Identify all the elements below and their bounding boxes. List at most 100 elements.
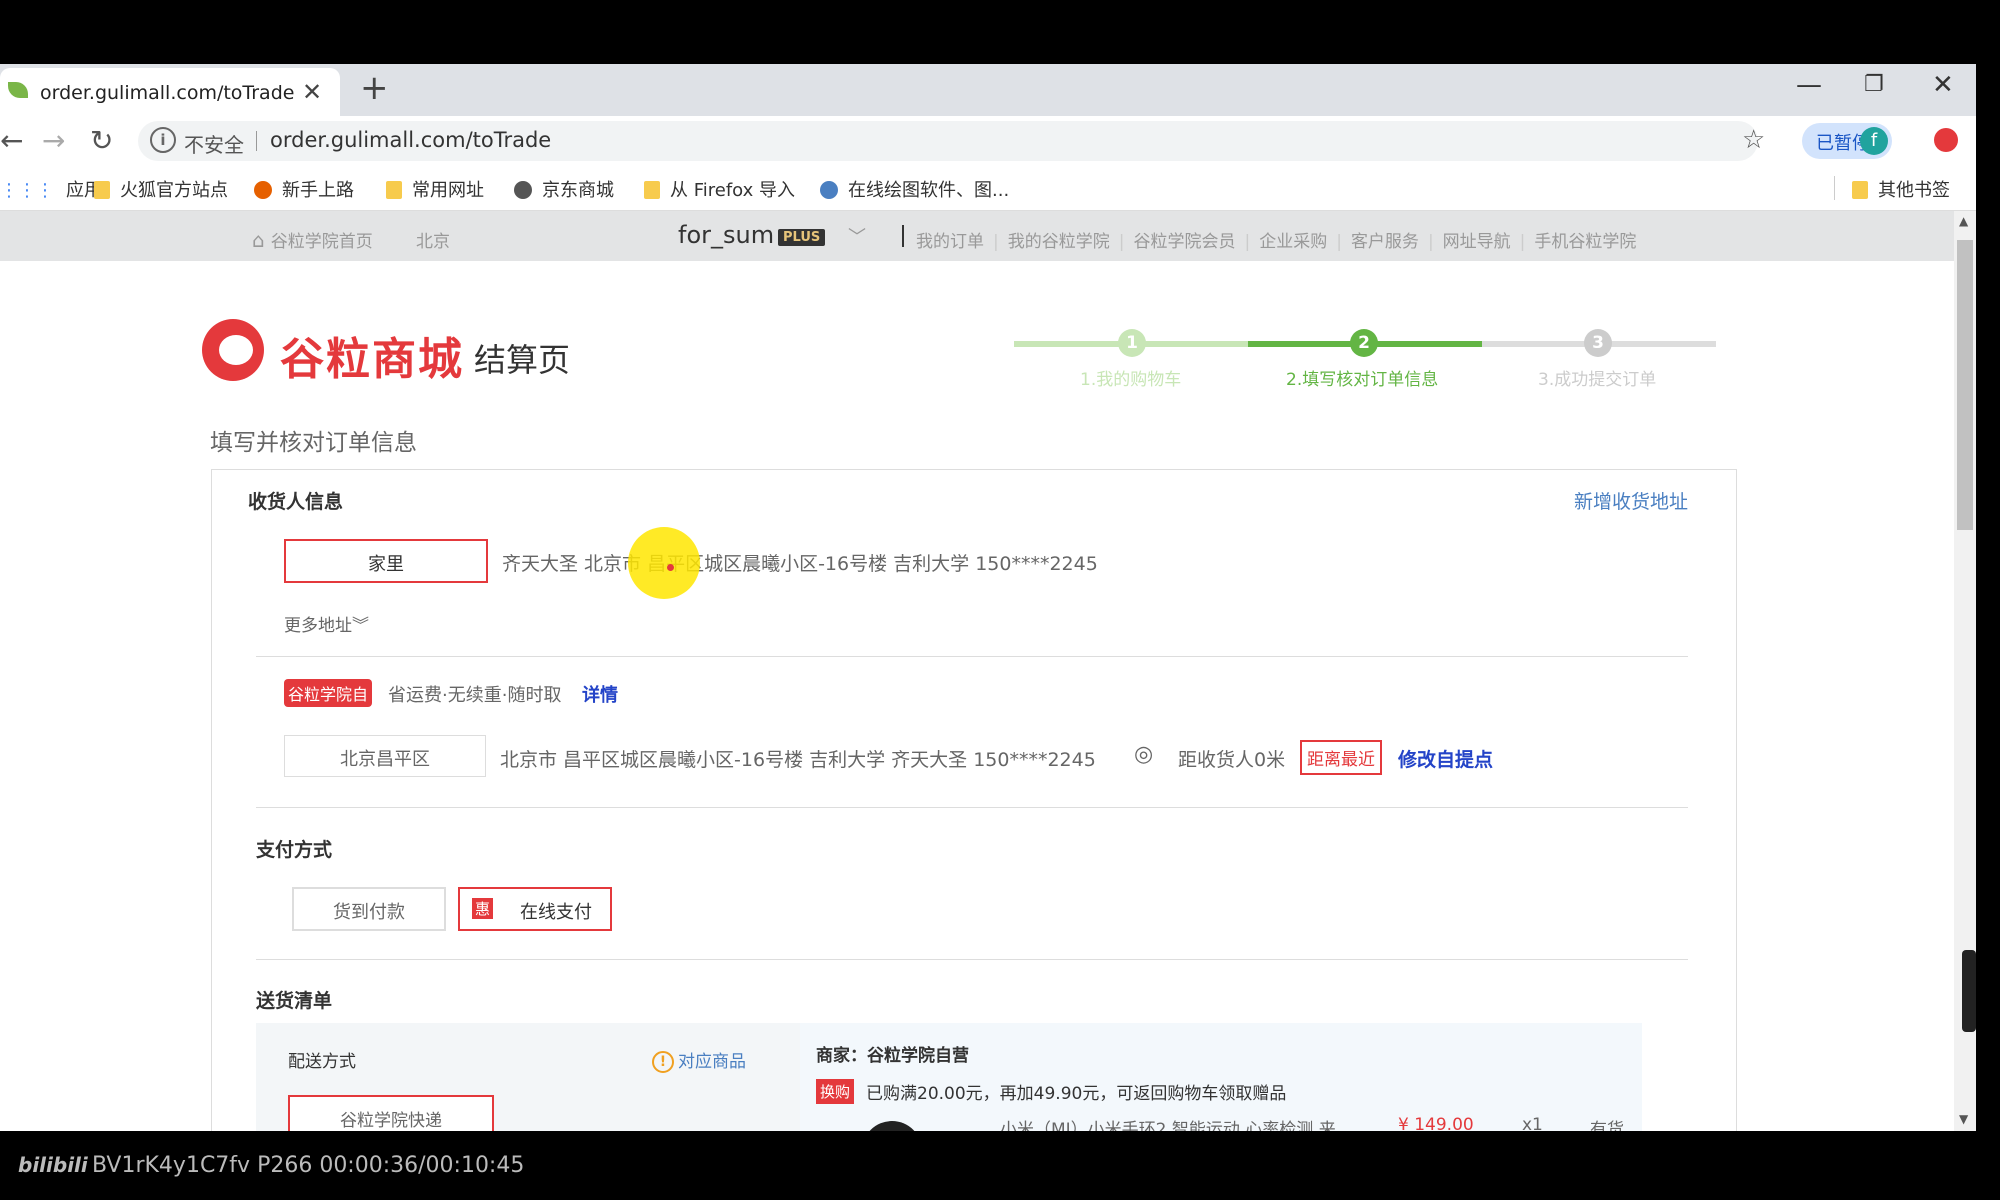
chevron-down-icon[interactable]: ﹀ bbox=[848, 223, 866, 249]
pickup-desc: 省运费·无续重·随时取 bbox=[388, 685, 562, 706]
nav-divider bbox=[902, 225, 904, 247]
new-tab-icon[interactable]: + bbox=[360, 68, 389, 108]
back-icon[interactable]: ← bbox=[0, 124, 23, 157]
folder-icon bbox=[386, 181, 402, 199]
address-tag-label: 家里 bbox=[368, 554, 404, 575]
delivery-method-label: 配送方式 bbox=[288, 1052, 356, 1072]
forward-icon[interactable]: → bbox=[42, 124, 65, 157]
cursor-highlight bbox=[628, 527, 700, 599]
bookmark-jd[interactable]: 京东商城 bbox=[514, 176, 614, 202]
cod-button[interactable]: 货到付款 bbox=[292, 887, 446, 931]
link-my-orders[interactable]: 我的订单 bbox=[916, 232, 984, 252]
apps-grid-icon: ⋮⋮⋮ bbox=[0, 180, 54, 201]
bilibili-logo: bilibili bbox=[18, 1153, 88, 1177]
address-bar[interactable]: i 不安全 order.gulimall.com/toTrade ☆ bbox=[138, 121, 1765, 161]
avatar: f bbox=[1860, 127, 1888, 155]
folder-icon bbox=[1852, 181, 1868, 199]
pickup-location-label: 北京昌平区 bbox=[340, 749, 430, 770]
address-tag-home[interactable]: 家里 bbox=[284, 539, 488, 583]
globe-icon bbox=[514, 181, 532, 199]
express-option[interactable]: 谷粒学院快递 bbox=[288, 1095, 494, 1131]
bookmark-apps[interactable]: ⋮⋮⋮ 应用 bbox=[0, 176, 102, 202]
leaf-favicon-icon bbox=[8, 82, 28, 98]
item-name[interactable]: 小米（MI）小米手环2 智能运动 心率检测 来 bbox=[1000, 1115, 1336, 1131]
modify-pickup-link[interactable]: 修改自提点 bbox=[1398, 745, 1493, 772]
folder-icon bbox=[94, 181, 110, 199]
scroll-down-icon[interactable]: ▼ bbox=[1959, 1112, 1968, 1126]
step-2-label: 2.填写核对订单信息 bbox=[1286, 370, 1439, 390]
step-3-circle: 3 bbox=[1584, 329, 1612, 357]
bookmarks-divider bbox=[1834, 176, 1835, 200]
plus-badge: PLUS bbox=[778, 229, 826, 246]
scrollbar-thumb[interactable] bbox=[1957, 240, 1973, 530]
online-pay-button[interactable]: 惠 在线支付 bbox=[458, 887, 612, 931]
pickup-location-box[interactable]: 北京昌平区 bbox=[284, 735, 486, 777]
pickup-details-link[interactable]: 详情 bbox=[582, 681, 618, 707]
divider bbox=[256, 959, 1688, 960]
corresponding-items-link[interactable]: 对应商品 bbox=[678, 1047, 746, 1072]
cursor-dot bbox=[667, 564, 674, 571]
video-overlay-bar: bilibili BV1rK4y1C7fv P266 00:00:36/00:1… bbox=[0, 1131, 2000, 1200]
username[interactable]: for_sum bbox=[678, 221, 774, 249]
restore-icon[interactable]: ❐ bbox=[1864, 72, 1884, 97]
bookmarks-bar: ⋮⋮⋮ 应用 火狐官方站点 新手上路 常用网址 京东商城 从 Firefox 导入… bbox=[0, 166, 1976, 211]
bookmark-label: 新手上路 bbox=[282, 180, 354, 201]
extension-icon[interactable] bbox=[1934, 128, 1958, 152]
item-qty: x1 bbox=[1522, 1115, 1543, 1131]
divider bbox=[256, 656, 1688, 657]
pickup-address: 北京市 昌平区城区晨曦小区-16号楼 吉利大学 齐天大圣 150****2245 bbox=[500, 749, 1096, 771]
bookmark-label: 火狐官方站点 bbox=[120, 180, 228, 201]
profile-paused-button[interactable]: 已暂停 f bbox=[1802, 123, 1892, 159]
info-icon[interactable]: i bbox=[150, 127, 176, 153]
step-2-circle: 2 bbox=[1350, 329, 1378, 357]
bookmark-firefox-official[interactable]: 火狐官方站点 bbox=[94, 176, 228, 202]
bookmark-firefox-import[interactable]: 从 Firefox 导入 bbox=[644, 176, 795, 202]
item-stock: 有货 bbox=[1590, 1120, 1624, 1131]
bookmark-label: 其他书签 bbox=[1878, 180, 1950, 201]
step-1-circle: 1 bbox=[1118, 329, 1146, 357]
step-1-label: 1.我的购物车 bbox=[1080, 370, 1182, 390]
bookmark-other[interactable]: 其他书签 bbox=[1852, 176, 1950, 202]
link-mobile[interactable]: 手机谷粒学院 bbox=[1534, 232, 1636, 252]
address-line: 齐天大圣 北京市 昌平区城区晨曦小区-16号楼 吉利大学 150****2245 bbox=[502, 553, 1098, 575]
step-3-label: 3.成功提交订单 bbox=[1538, 370, 1657, 390]
link-my-academy[interactable]: 我的谷粒学院 bbox=[1008, 232, 1110, 252]
add-address-link[interactable]: 新增收货地址 bbox=[1574, 487, 1688, 514]
home-label: 谷粒学院首页 bbox=[270, 232, 373, 252]
link-membership[interactable]: 谷粒学院会员 bbox=[1133, 232, 1235, 252]
scroll-up-icon[interactable]: ▲ bbox=[1959, 214, 1968, 228]
link-enterprise[interactable]: 企业采购 bbox=[1259, 232, 1327, 252]
divider bbox=[256, 807, 1688, 808]
section-title: 填写并核对订单信息 bbox=[210, 430, 417, 456]
logo-text[interactable]: 谷粒商城 bbox=[280, 323, 464, 387]
bookmark-common-sites[interactable]: 常用网址 bbox=[386, 176, 484, 202]
bookmark-label: 京东商城 bbox=[542, 180, 614, 201]
top-links: 我的订单 | 我的谷粒学院 | 谷粒学院会员 | 企业采购 | 客户服务 | 网址导航 | 手机谷粒学院 bbox=[916, 232, 1637, 252]
right-edge bbox=[1976, 64, 2000, 1131]
warning-icon: ! bbox=[652, 1051, 674, 1073]
bookmark-label: 常用网址 bbox=[412, 180, 484, 201]
receiver-heading: 收货人信息 bbox=[248, 491, 344, 513]
browser-toolbar: ← → ↻ i 不安全 order.gulimall.com/toTrade ☆… bbox=[0, 116, 1976, 166]
discount-badge: 惠 bbox=[472, 898, 494, 919]
bookmark-getting-started[interactable]: 新手上路 bbox=[254, 176, 354, 202]
window-close-icon[interactable]: ✕ bbox=[1932, 70, 1954, 100]
home-link[interactable]: ⌂ 谷粒学院首页 bbox=[252, 227, 373, 252]
site-top-nav: ⌂ 谷粒学院首页 北京 for_sum PLUS ﹀ 我的订单 | 我的谷粒学院 | 谷粒… bbox=[0, 211, 1954, 261]
item-price: ¥ 149.00 bbox=[1398, 1115, 1474, 1131]
merchant-name: 商家：谷粒学院自营 bbox=[816, 1046, 969, 1066]
link-customer-service[interactable]: 客户服务 bbox=[1351, 232, 1419, 252]
bookmark-drawing[interactable]: 在线绘图软件、图... bbox=[820, 176, 1009, 202]
page-content: ⌂ 谷粒学院首页 北京 for_sum PLUS ﹀ 我的订单 | 我的谷粒学院 | 谷粒… bbox=[0, 211, 1954, 1131]
reload-icon[interactable]: ↻ bbox=[90, 124, 113, 157]
drawing-site-icon bbox=[820, 181, 838, 199]
city-selector[interactable]: 北京 bbox=[416, 227, 450, 252]
pickup-tag: 谷粒学院自 bbox=[284, 679, 373, 707]
star-icon[interactable]: ☆ bbox=[1742, 125, 1765, 155]
link-site-nav[interactable]: 网址导航 bbox=[1443, 232, 1511, 252]
url-text[interactable]: order.gulimall.com/toTrade bbox=[270, 128, 551, 152]
browser-tab[interactable]: order.gulimall.com/toTrade ✕ bbox=[0, 68, 340, 116]
minimize-icon[interactable]: — bbox=[1796, 70, 1822, 100]
more-addresses-link[interactable]: 更多地址︾ bbox=[284, 611, 369, 636]
close-tab-icon[interactable]: ✕ bbox=[302, 78, 322, 106]
